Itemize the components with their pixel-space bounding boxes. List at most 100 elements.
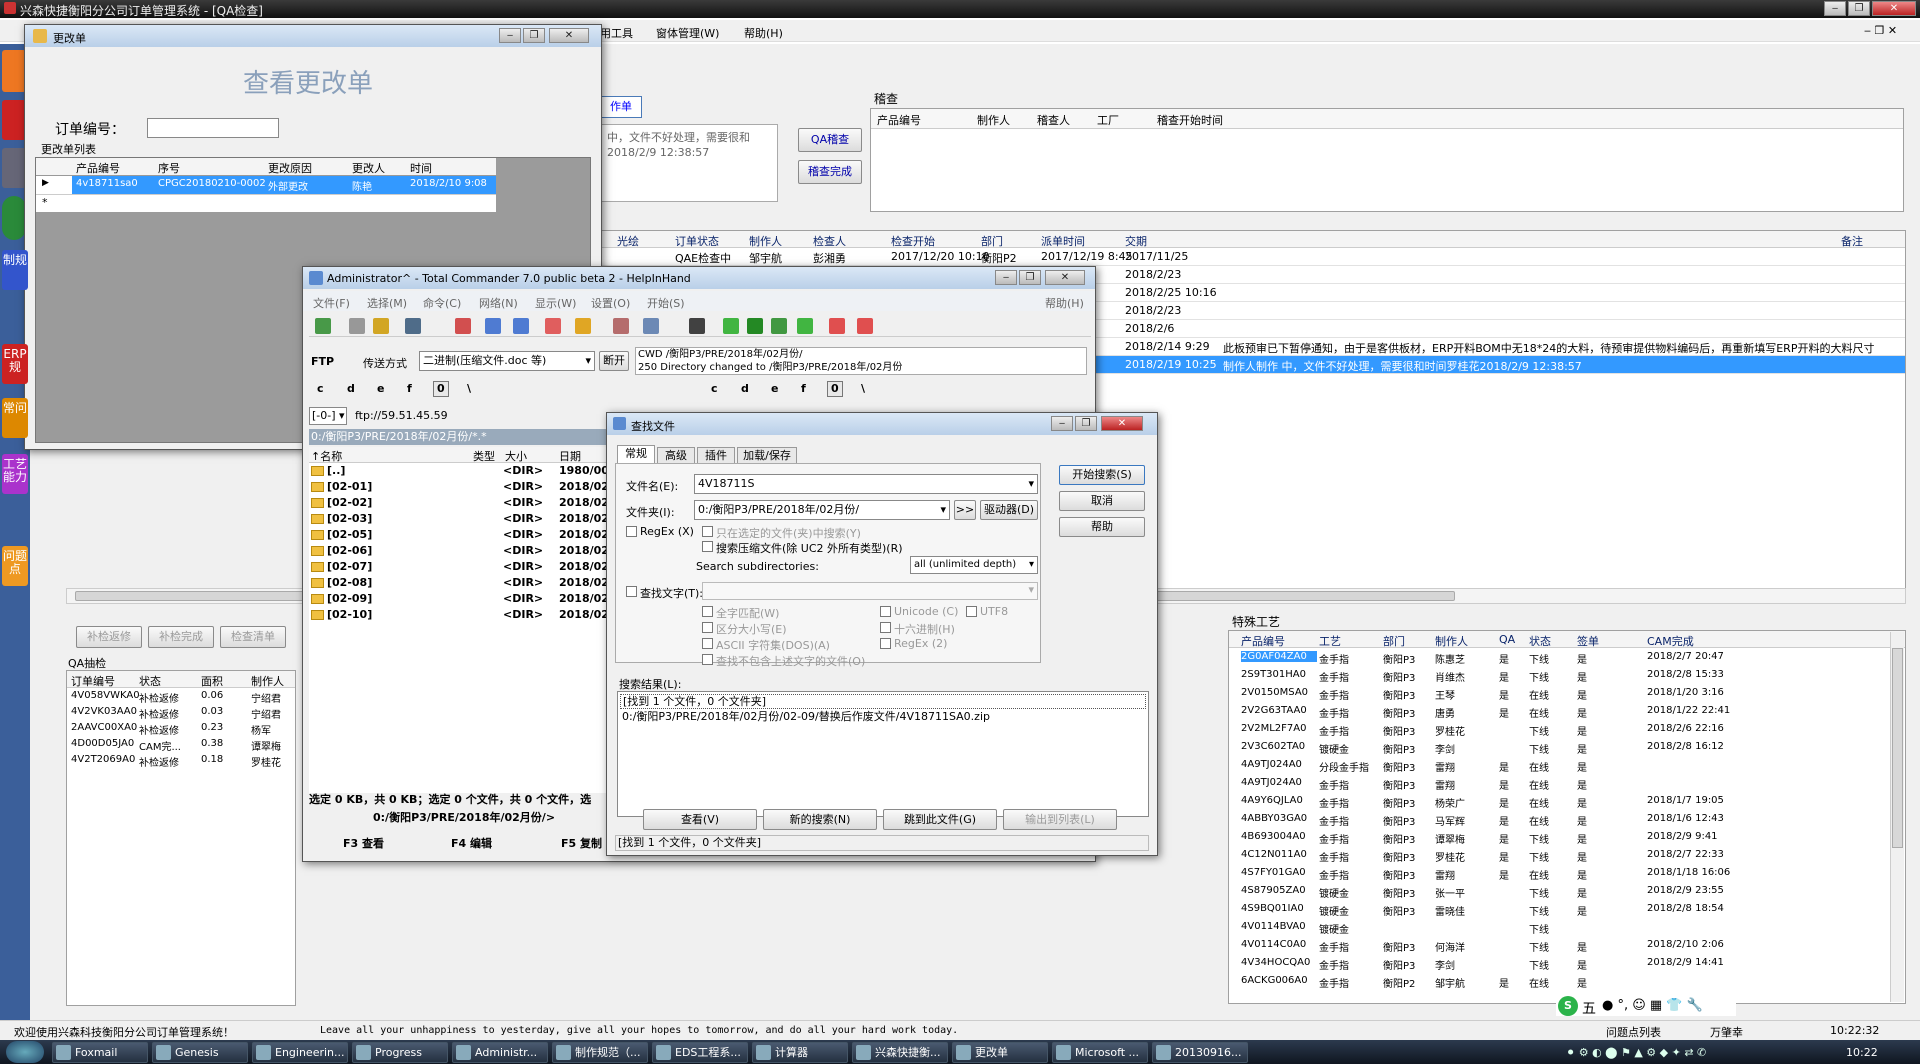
taskbar-item[interactable]: Progress	[352, 1042, 448, 1063]
table-row[interactable]: 4V058VWKA0 补检返修 0.06 宁绍君	[67, 688, 295, 705]
qa-audit-button[interactable]: QA稽查	[798, 128, 862, 152]
audit-col-header[interactable]: 工厂	[1097, 112, 1119, 128]
drive-button[interactable]: f	[403, 381, 416, 397]
drive-select[interactable]: [-0-] ▾	[309, 407, 347, 425]
results-list[interactable]: [找到 1 个文件，0 个文件夹] 0:/衡阳P3/PRE/2018年/02月份…	[617, 691, 1149, 817]
find-tab[interactable]: 常规	[617, 445, 655, 464]
ime-toolbar[interactable]: S 五 ● °, ☺ ▦ 👕 🔧	[1556, 996, 1736, 1018]
table-row[interactable]: 4S7FY01GA0 金手指 衡阳P3 雷翔 是 在线 是 2018/1/18 16:06	[1229, 864, 1905, 882]
toolbar-button-icon[interactable]	[747, 318, 763, 334]
table-row[interactable]: 6ACKG006A0 金手指 衡阳P2 邹宇航 是 在线 是	[1229, 972, 1905, 990]
tc-menu-item[interactable]: 设置(O)	[591, 295, 630, 311]
drive-button[interactable]: \	[463, 381, 475, 397]
toolbar-button-icon[interactable]	[485, 318, 501, 334]
audit-col-header[interactable]: 制作人	[977, 112, 1010, 128]
taskbar-item[interactable]: Foxmail	[52, 1042, 148, 1063]
table-row[interactable]: 4A9Y6QJLA0 金手指 衡阳P3 杨荣广 是 在线 是 2018/1/7 19:05	[1229, 792, 1905, 810]
qa-col-header[interactable]: 制作人	[251, 673, 284, 689]
special-col-header[interactable]: 签单	[1577, 633, 1599, 649]
qa-col-header[interactable]: 面积	[201, 673, 223, 689]
hex-checkbox[interactable]	[880, 622, 891, 633]
find-tab[interactable]: 插件	[697, 447, 735, 464]
ime-mode[interactable]: 五	[1582, 998, 1596, 1018]
table-row[interactable]: 4C12N011A0 金手指 衡阳P3 罗桂花 是 下线 是 2018/2/7 22:33	[1229, 846, 1905, 864]
table-row[interactable]: 4V2T2069A0 补检返修 0.18 罗桂花	[67, 752, 295, 769]
special-col-header[interactable]: 部门	[1383, 633, 1405, 649]
find-tab[interactable]: 加载/保存	[737, 447, 797, 464]
change-close-button[interactable]: ✕	[549, 28, 589, 43]
cancel-button[interactable]: 取消	[1059, 491, 1145, 511]
view-button[interactable]: 查看(V)	[643, 809, 757, 830]
recheck-done-button[interactable]: 补检完成	[148, 626, 214, 648]
toolbar-button-icon[interactable]	[545, 318, 561, 334]
drives-button[interactable]: 驱动器(D)	[980, 500, 1038, 520]
tc-minimize-button[interactable]: ‒	[995, 270, 1017, 285]
order-tab-label[interactable]: 作单	[600, 96, 642, 118]
toolbar-button-icon[interactable]	[315, 318, 331, 334]
filename-input[interactable]: 4V18711S ▾	[694, 474, 1038, 494]
mdi-controls[interactable]: ‒ ❐ ✕	[1864, 24, 1897, 37]
results-item[interactable]: [找到 1 个文件，0 个文件夹]	[620, 694, 1146, 709]
subdir-select[interactable]: all (unlimited depth) ▾	[910, 556, 1038, 574]
new-row[interactable]: *	[36, 194, 496, 212]
taskbar-item[interactable]: Genesis	[152, 1042, 248, 1063]
transfer-mode-select[interactable]: 二进制(压缩文件.doc 等) ▾	[419, 351, 595, 371]
taskbar-item[interactable]: 更改单	[952, 1042, 1048, 1063]
table-row[interactable]: 4ABBY03GA0 金手指 衡阳P3 马军辉 是 在线 是 2018/1/6 12:43	[1229, 810, 1905, 828]
ftp-log[interactable]: CWD /衡阳P3/PRE/2018年/02月份/ 250 Directory …	[635, 347, 1087, 375]
disconnect-button[interactable]: 断开	[599, 351, 629, 371]
qa-col-header[interactable]: 状态	[139, 673, 161, 689]
orders-col-header[interactable]: 交期	[1125, 233, 1147, 249]
regex2-checkbox[interactable]	[880, 638, 891, 649]
toolbar-button-icon[interactable]	[349, 318, 365, 334]
taskbar-item[interactable]: 计算器	[752, 1042, 848, 1063]
orders-col-header[interactable]: 光绘	[617, 233, 639, 249]
orders-col-header[interactable]: 部门	[981, 233, 1003, 249]
audit-col-header[interactable]: 稽查人	[1037, 112, 1070, 128]
sidebar-item-4[interactable]: 问题点	[2, 546, 28, 586]
change-row[interactable]: ▶ 4v18711sa0 CPGC20180210-0002 外部更改 陈艳 2018/2…	[36, 176, 496, 194]
issues-link[interactable]: 问题点列表	[1606, 1024, 1661, 1040]
toolbar-button-icon[interactable]	[373, 318, 389, 334]
tc-menu-item[interactable]: 显示(W)	[535, 295, 576, 311]
col-name[interactable]: ↑名称	[311, 448, 342, 464]
toolbar-button-icon[interactable]	[797, 318, 813, 334]
drive-button[interactable]: 0	[827, 381, 843, 397]
regex-checkbox[interactable]	[626, 526, 637, 537]
change-minimize-button[interactable]: ‒	[499, 28, 521, 43]
special-col-header[interactable]: CAM完成	[1647, 633, 1694, 649]
toolbar-button-icon[interactable]	[513, 318, 529, 334]
red-app-icon[interactable]	[2, 100, 26, 140]
drive-button[interactable]: 0	[433, 381, 449, 397]
col-date[interactable]: 日期	[559, 448, 581, 464]
results-item[interactable]: 0:/衡阳P3/PRE/2018年/02月份/02-09/替换后作废文件/4V1…	[618, 709, 1148, 725]
audit-col-header[interactable]: 产品编号	[877, 112, 921, 128]
order-no-input[interactable]	[147, 118, 279, 138]
drive-button[interactable]: d	[737, 381, 753, 397]
orders-col-header[interactable]: 制作人	[749, 233, 782, 249]
sidebar-item-1[interactable]: ERP规	[2, 344, 28, 384]
checklist-button[interactable]: 检查清单	[220, 626, 286, 648]
utf8-checkbox[interactable]	[966, 606, 977, 617]
tc-menu-item[interactable]: 命令(C)	[423, 295, 461, 311]
table-row[interactable]: 4S9BQ01IA0 镀硬金 衡阳P3 雷晓佳 下线 是 2018/2/8 18:54	[1229, 900, 1905, 918]
toolbar-button-icon[interactable]	[689, 318, 705, 334]
taskbar-item[interactable]: Engineerin...	[252, 1042, 348, 1063]
toolbar-button-icon[interactable]	[771, 318, 787, 334]
new-search-button[interactable]: 新的搜索(N)	[763, 809, 877, 830]
find-text-checkbox[interactable]	[626, 586, 637, 597]
change-col-header[interactable]: 时间	[410, 160, 432, 176]
menu-tools[interactable]: 用工具	[600, 25, 633, 41]
find-tab[interactable]: 高级	[657, 447, 695, 464]
orders-col-header[interactable]: 订单状态	[675, 233, 719, 249]
whole-word-checkbox[interactable]	[702, 606, 713, 617]
table-row[interactable]: 4V0114BVA0 镀硬金 下线	[1229, 918, 1905, 936]
table-row[interactable]: 4B693004A0 金手指 衡阳P3 谭翠梅 是 下线 是 2018/2/9 9:41	[1229, 828, 1905, 846]
tc-menu-item[interactable]: 开始(S)	[647, 295, 685, 311]
toolbar-button-icon[interactable]	[405, 318, 421, 334]
find-close-button[interactable]: ✕	[1101, 416, 1143, 431]
ascii-checkbox[interactable]	[702, 638, 713, 649]
orders-col-header[interactable]: 检查人	[813, 233, 846, 249]
table-row[interactable]: 2AAVC00XA0 补检返修 0.23 杨军	[67, 720, 295, 737]
sidebar-item-2[interactable]: 常问	[2, 398, 28, 438]
